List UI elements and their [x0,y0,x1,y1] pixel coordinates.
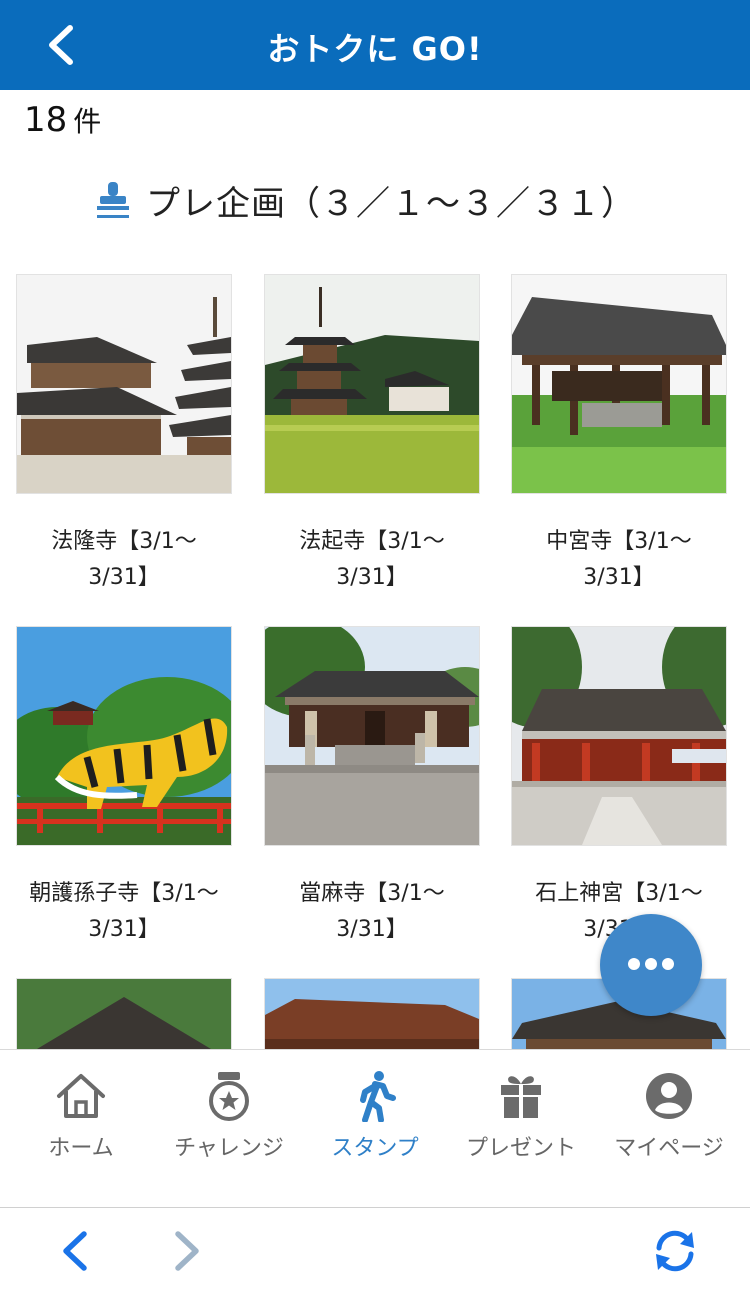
spot-card[interactable]: 石上神宮【3/1〜3/31】 [511,626,727,948]
campaign-label: プレ企画（３／１〜３／３１） [146,183,636,224]
browser-forward-icon[interactable] [160,1226,210,1276]
gift-icon [501,1076,541,1118]
spot-photo[interactable] [16,626,232,846]
browser-back-icon[interactable] [52,1226,102,1276]
more-dots-icon [628,958,674,972]
spot-photo[interactable] [511,274,727,494]
tab-label: マイページ [614,1136,724,1161]
spot-card[interactable]: 法隆寺【3/1〜 3/31】 [16,274,232,596]
tab-present[interactable]: プレゼント [446,1050,596,1208]
spot-card[interactable]: 朝護孫子寺【3/1〜 3/31】 [16,626,232,948]
result-count-unit: 件 [73,105,102,138]
more-button[interactable] [600,914,702,1016]
campaign-heading: プレ企画（３／１〜３／３１） [94,175,636,225]
spot-photo[interactable] [16,978,232,1050]
stamp-icon [97,182,129,218]
spot-name[interactable]: 法隆寺【3/1〜 3/31】 [16,524,232,596]
spot-card[interactable] [16,978,232,1050]
spot-card[interactable]: 法起寺【3/1〜 3/31】 [264,274,480,596]
tab-bar: ホーム チャレンジ スタンプ プレゼント マイページ [0,1049,750,1207]
user-icon [646,1073,692,1119]
spot-name[interactable]: 中宮寺【3/1〜 3/31】 [511,524,727,596]
spot-photo[interactable] [264,626,480,846]
spot-photo[interactable] [264,978,480,1050]
tab-label: ホーム [48,1136,114,1161]
tab-challenge[interactable]: チャレンジ [154,1050,304,1208]
walking-person-icon [360,1071,396,1122]
spot-photo[interactable] [511,626,727,846]
medal-icon [209,1072,249,1121]
tab-label: チャレンジ [174,1136,284,1161]
spot-card[interactable] [264,978,480,1050]
page-title: おトクに GO! [267,30,483,68]
spot-name[interactable]: 朝護孫子寺【3/1〜 3/31】 [16,876,232,948]
browser-toolbar [0,1207,750,1296]
home-icon [57,1074,105,1118]
tab-label: スタンプ [331,1136,419,1161]
spot-name[interactable]: 法起寺【3/1〜 3/31】 [264,524,480,596]
spot-card[interactable]: 當麻寺【3/1〜 3/31】 [264,626,480,948]
browser-reload-icon[interactable] [650,1226,700,1276]
spot-card[interactable]: 中宮寺【3/1〜 3/31】 [511,274,727,596]
tab-mypage[interactable]: マイページ [594,1050,744,1208]
result-count: 18 件 [24,100,101,140]
spot-photo[interactable] [16,274,232,494]
spot-photo[interactable] [264,274,480,494]
result-count-value: 18 [24,100,68,140]
spot-name[interactable]: 當麻寺【3/1〜 3/31】 [264,876,480,948]
tab-stamp[interactable]: スタンプ [300,1050,450,1208]
app-header: おトクに GO! [0,0,750,90]
tab-label: プレゼント [465,1136,576,1161]
tab-home[interactable]: ホーム [6,1050,156,1208]
